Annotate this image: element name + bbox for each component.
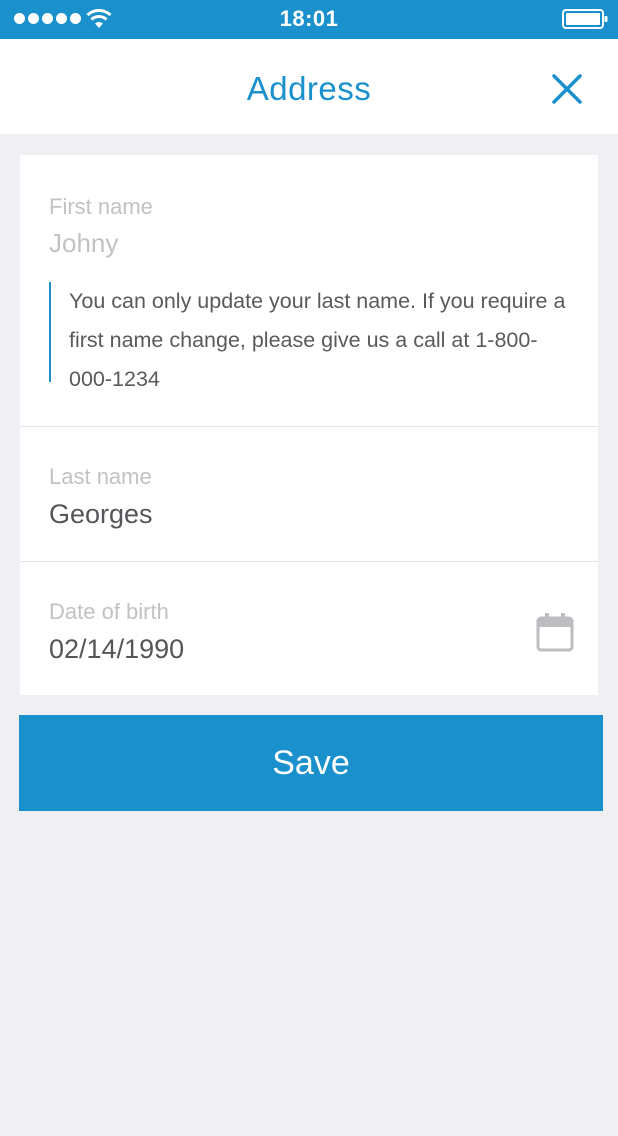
first-name-notice: You can only update your last name. If y…	[49, 282, 569, 391]
calendar-icon[interactable]	[536, 612, 574, 652]
date-of-birth-field[interactable]: Date of birth 02/14/1990	[20, 562, 598, 695]
page-title: Address	[246, 70, 372, 107]
first-name-field: Johny	[49, 228, 119, 258]
last-name-input[interactable]: Georges	[49, 499, 153, 530]
nav-bar: Address	[0, 39, 618, 134]
date-of-birth-label: Date of birth	[49, 599, 169, 624]
first-name-section: First name Johny You can only update you…	[20, 155, 598, 426]
status-bar: 18:01	[0, 0, 618, 39]
close-icon[interactable]	[550, 72, 584, 106]
address-form-card: First name Johny You can only update you…	[20, 155, 598, 695]
save-button[interactable]: Save	[19, 715, 603, 811]
date-of-birth-input[interactable]: 02/14/1990	[49, 634, 184, 665]
status-time: 18:01	[279, 6, 339, 31]
battery-icon	[562, 9, 608, 29]
first-name-label: First name	[49, 194, 153, 219]
last-name-field[interactable]: Last name Georges	[20, 427, 598, 561]
last-name-label: Last name	[49, 464, 152, 489]
